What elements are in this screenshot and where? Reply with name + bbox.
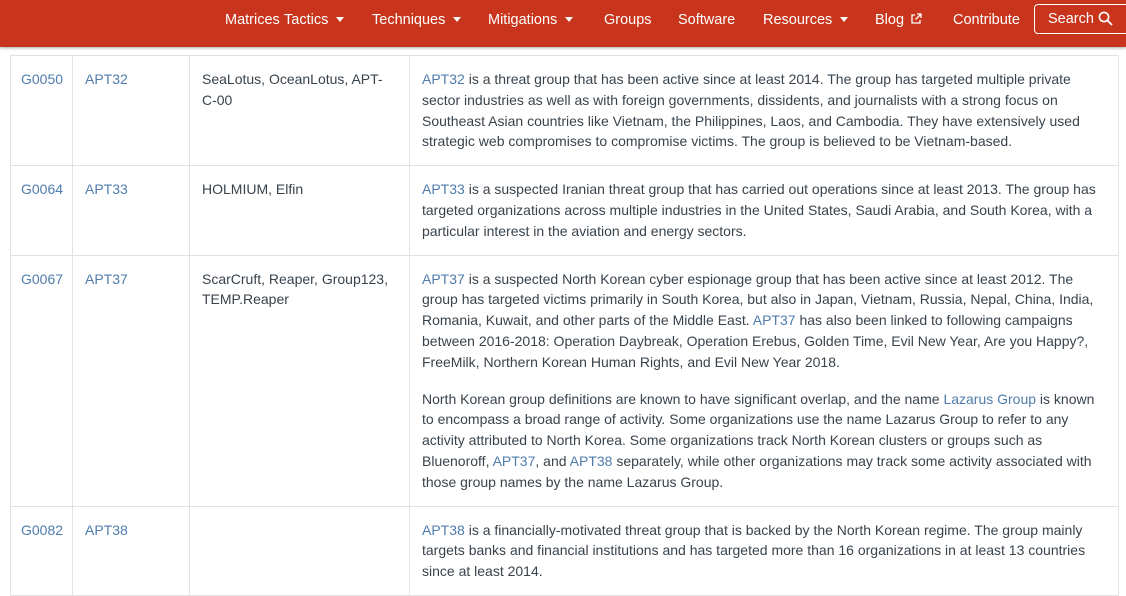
chevron-down-icon bbox=[453, 17, 462, 22]
groups-table: G0050 APT32 SeaLotus, OceanLotus, APT-C-… bbox=[10, 54, 1119, 596]
group-name-cell: APT37 bbox=[72, 254, 190, 507]
group-id-cell: G0064 bbox=[10, 165, 73, 256]
group-aliases-cell: HOLMIUM, Elfin bbox=[189, 165, 410, 256]
chevron-down-icon bbox=[565, 17, 574, 22]
nav-techniques[interactable]: Techniques bbox=[372, 0, 462, 40]
inline-group-link[interactable]: APT37 bbox=[753, 312, 796, 328]
nav-software[interactable]: Software bbox=[678, 0, 735, 40]
group-id-link[interactable]: G0067 bbox=[21, 271, 63, 287]
search-label: Search bbox=[1048, 11, 1094, 27]
description-paragraph: North Korean group definitions are known… bbox=[422, 390, 1095, 490]
group-name-cell: APT38 bbox=[72, 505, 190, 596]
group-id-cell: G0082 bbox=[10, 505, 73, 596]
inline-group-link[interactable]: APT38 bbox=[422, 522, 465, 538]
table-row: G0067 APT37 ScarCruft, Reaper, Group123,… bbox=[10, 254, 1119, 507]
groups-table-body: G0050 APT32 SeaLotus, OceanLotus, APT-C-… bbox=[10, 54, 1119, 596]
nav-resources[interactable]: Resources bbox=[763, 0, 849, 40]
description-paragraph: APT33 is a suspected Iranian threat grou… bbox=[422, 181, 1096, 239]
group-name-cell: APT33 bbox=[72, 165, 190, 256]
nav-contribute[interactable]: Contribute bbox=[953, 0, 1020, 40]
nav-tactics-label: Tactics bbox=[284, 12, 329, 28]
table-row: G0064 APT33 HOLMIUM, Elfin APT33 is a su… bbox=[10, 165, 1119, 256]
inline-group-link[interactable]: Lazarus Group bbox=[943, 391, 1036, 407]
search-button[interactable]: Search bbox=[1034, 4, 1126, 34]
nav-resources-label: Resources bbox=[763, 12, 833, 28]
group-id-cell: G0067 bbox=[10, 254, 73, 507]
nav-blog[interactable]: Blog bbox=[875, 0, 922, 40]
nav-blog-label: Blog bbox=[875, 12, 905, 28]
chevron-down-icon bbox=[840, 17, 849, 22]
group-id-link[interactable]: G0064 bbox=[21, 181, 63, 197]
group-description-cell: APT33 is a suspected Iranian threat grou… bbox=[409, 165, 1119, 256]
nav-matrices[interactable]: Matrices bbox=[225, 0, 280, 40]
inline-group-link[interactable]: APT37 bbox=[493, 453, 536, 469]
group-aliases-cell: ScarCruft, Reaper, Group123, TEMP.Reaper bbox=[189, 254, 410, 507]
top-navigation-bar: Matrices Tactics Techniques Mitigations … bbox=[0, 0, 1126, 47]
inline-group-link[interactable]: APT37 bbox=[422, 271, 465, 287]
group-description-cell: APT37 is a suspected North Korean cyber … bbox=[409, 254, 1119, 507]
description-paragraph: APT38 is a financially-motivated threat … bbox=[422, 521, 1086, 580]
inline-group-link[interactable]: APT38 bbox=[570, 453, 613, 469]
inline-group-link[interactable]: APT33 bbox=[422, 181, 465, 197]
group-name-cell: APT32 bbox=[72, 54, 190, 167]
group-description-cell: APT38 is a financially-motivated threat … bbox=[409, 505, 1119, 596]
group-name-link[interactable]: APT32 bbox=[85, 71, 128, 87]
table-row: G0082 APT38 APT38 is a financially-motiv… bbox=[10, 505, 1119, 596]
group-name-link[interactable]: APT38 bbox=[85, 522, 128, 538]
nav-techniques-label: Techniques bbox=[372, 12, 446, 28]
table-row: G0050 APT32 SeaLotus, OceanLotus, APT-C-… bbox=[10, 54, 1119, 167]
group-name-link[interactable]: APT37 bbox=[85, 271, 128, 287]
group-id-link[interactable]: G0050 bbox=[21, 71, 63, 87]
nav-mitigations[interactable]: Mitigations bbox=[488, 0, 574, 40]
group-aliases-cell bbox=[189, 505, 410, 596]
description-paragraph: APT32 is a threat group that has been ac… bbox=[422, 71, 1080, 150]
description-paragraph: APT37 is a suspected North Korean cyber … bbox=[422, 270, 1094, 370]
group-aliases-cell: SeaLotus, OceanLotus, APT-C-00 bbox=[189, 54, 410, 167]
nav-tactics[interactable]: Tactics bbox=[284, 0, 345, 40]
group-id-cell: G0050 bbox=[10, 54, 73, 167]
group-id-link[interactable]: G0082 bbox=[21, 522, 63, 538]
inline-group-link[interactable]: APT32 bbox=[422, 71, 465, 87]
group-description-cell: APT32 is a threat group that has been ac… bbox=[409, 54, 1119, 167]
group-name-link[interactable]: APT33 bbox=[85, 181, 128, 197]
chevron-down-icon bbox=[336, 17, 345, 22]
search-icon bbox=[1098, 11, 1113, 26]
nav-groups[interactable]: Groups bbox=[604, 0, 652, 40]
external-link-icon bbox=[911, 13, 922, 24]
nav-mitigations-label: Mitigations bbox=[488, 12, 558, 28]
